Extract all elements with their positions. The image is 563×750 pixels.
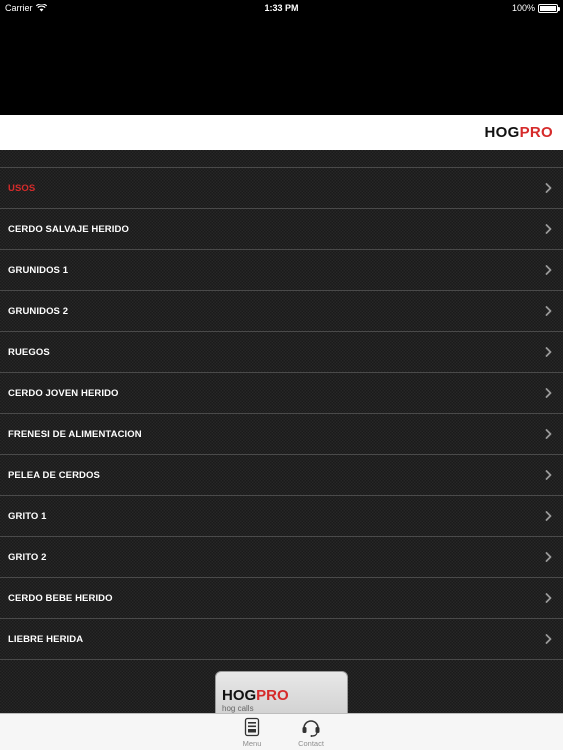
chevron-right-icon: [543, 306, 553, 316]
promo-logo: HOGPRO: [222, 688, 347, 703]
menu-item-label: USOS: [8, 182, 36, 194]
status-bar: Carrier 1:33 PM 100%: [0, 0, 563, 16]
menu-item[interactable]: CERDO BEBE HERIDO: [0, 578, 563, 619]
tab-contact[interactable]: Contact: [291, 717, 331, 748]
battery-percent: 100%: [511, 3, 535, 13]
tab-menu-label: Menu: [242, 739, 262, 748]
brand-logo-pro: PRO: [519, 124, 553, 141]
menu-item-label: LIEBRE HERIDA: [8, 633, 84, 645]
chevron-right-icon: [543, 224, 553, 234]
menu-item[interactable]: GRITO 1: [0, 496, 563, 537]
battery-fill: [540, 5, 556, 11]
menu-item-label: CERDO SALVAJE HERIDO: [8, 223, 129, 235]
chevron-right-icon: [543, 470, 553, 480]
status-time: 1:33 PM: [264, 3, 299, 13]
menu-item[interactable]: CERDO JOVEN HERIDO: [0, 373, 563, 414]
menu-item-label: FRENESI DE ALIMENTACION: [8, 428, 142, 440]
menu-list: USOS CERDO SALVAJE HERIDO GRUNIDOS 1 GRUNID…: [0, 167, 563, 660]
chevron-right-icon: [543, 183, 553, 193]
chevron-right-icon: [543, 347, 553, 357]
tab-contact-label: Contact: [298, 739, 324, 748]
menu-area: USOS CERDO SALVAJE HERIDO GRUNIDOS 1 GRUNID…: [0, 150, 563, 713]
headset-icon: [302, 720, 320, 737]
chevron-right-icon: [543, 429, 553, 439]
promo-logo-hog: HOG: [222, 687, 257, 704]
menu-item[interactable]: RUEGOS: [0, 332, 563, 373]
menu-item[interactable]: USOS: [0, 168, 563, 209]
menu-list-icon: [244, 717, 260, 737]
menu-item-label: GRITO 1: [8, 510, 47, 522]
brand-bar: HOGPRO: [0, 115, 563, 150]
menu-item[interactable]: LIEBRE HERIDA: [0, 619, 563, 660]
chevron-right-icon: [543, 388, 553, 398]
tab-bar: Menu Contact: [0, 713, 563, 750]
menu-item-label: GRUNIDOS 1: [8, 264, 69, 276]
menu-item-label: GRITO 2: [8, 551, 47, 563]
menu-item[interactable]: GRUNIDOS 2: [0, 291, 563, 332]
tab-menu[interactable]: Menu: [232, 717, 272, 748]
header-black-area: [0, 16, 563, 115]
promo-subtitle: hog calls: [222, 704, 254, 713]
promo-logo-pro: PRO: [256, 687, 289, 704]
menu-item[interactable]: PELEA DE CERDOS: [0, 455, 563, 496]
menu-item-label: GRUNIDOS 2: [8, 305, 69, 317]
chevron-right-icon: [543, 511, 553, 521]
menu-item[interactable]: GRITO 2: [0, 537, 563, 578]
chevron-right-icon: [543, 265, 553, 275]
menu-item[interactable]: FRENESI DE ALIMENTACION: [0, 414, 563, 455]
menu-item-label: CERDO BEBE HERIDO: [8, 592, 113, 604]
status-right: 100%: [511, 3, 560, 13]
menu-item[interactable]: CERDO SALVAJE HERIDO: [0, 209, 563, 250]
brand-logo-hog: HOG: [484, 124, 520, 141]
menu-item-label: CERDO JOVEN HERIDO: [8, 387, 119, 399]
battery-icon: [538, 3, 560, 13]
chevron-right-icon: [543, 552, 553, 562]
chevron-right-icon: [543, 593, 553, 603]
brand-logo: HOGPRO: [485, 124, 553, 141]
menu-item-label: RUEGOS: [8, 346, 50, 358]
menu-item-label: PELEA DE CERDOS: [8, 469, 100, 481]
menu-item[interactable]: GRUNIDOS 1: [0, 250, 563, 291]
chevron-right-icon: [543, 634, 553, 644]
